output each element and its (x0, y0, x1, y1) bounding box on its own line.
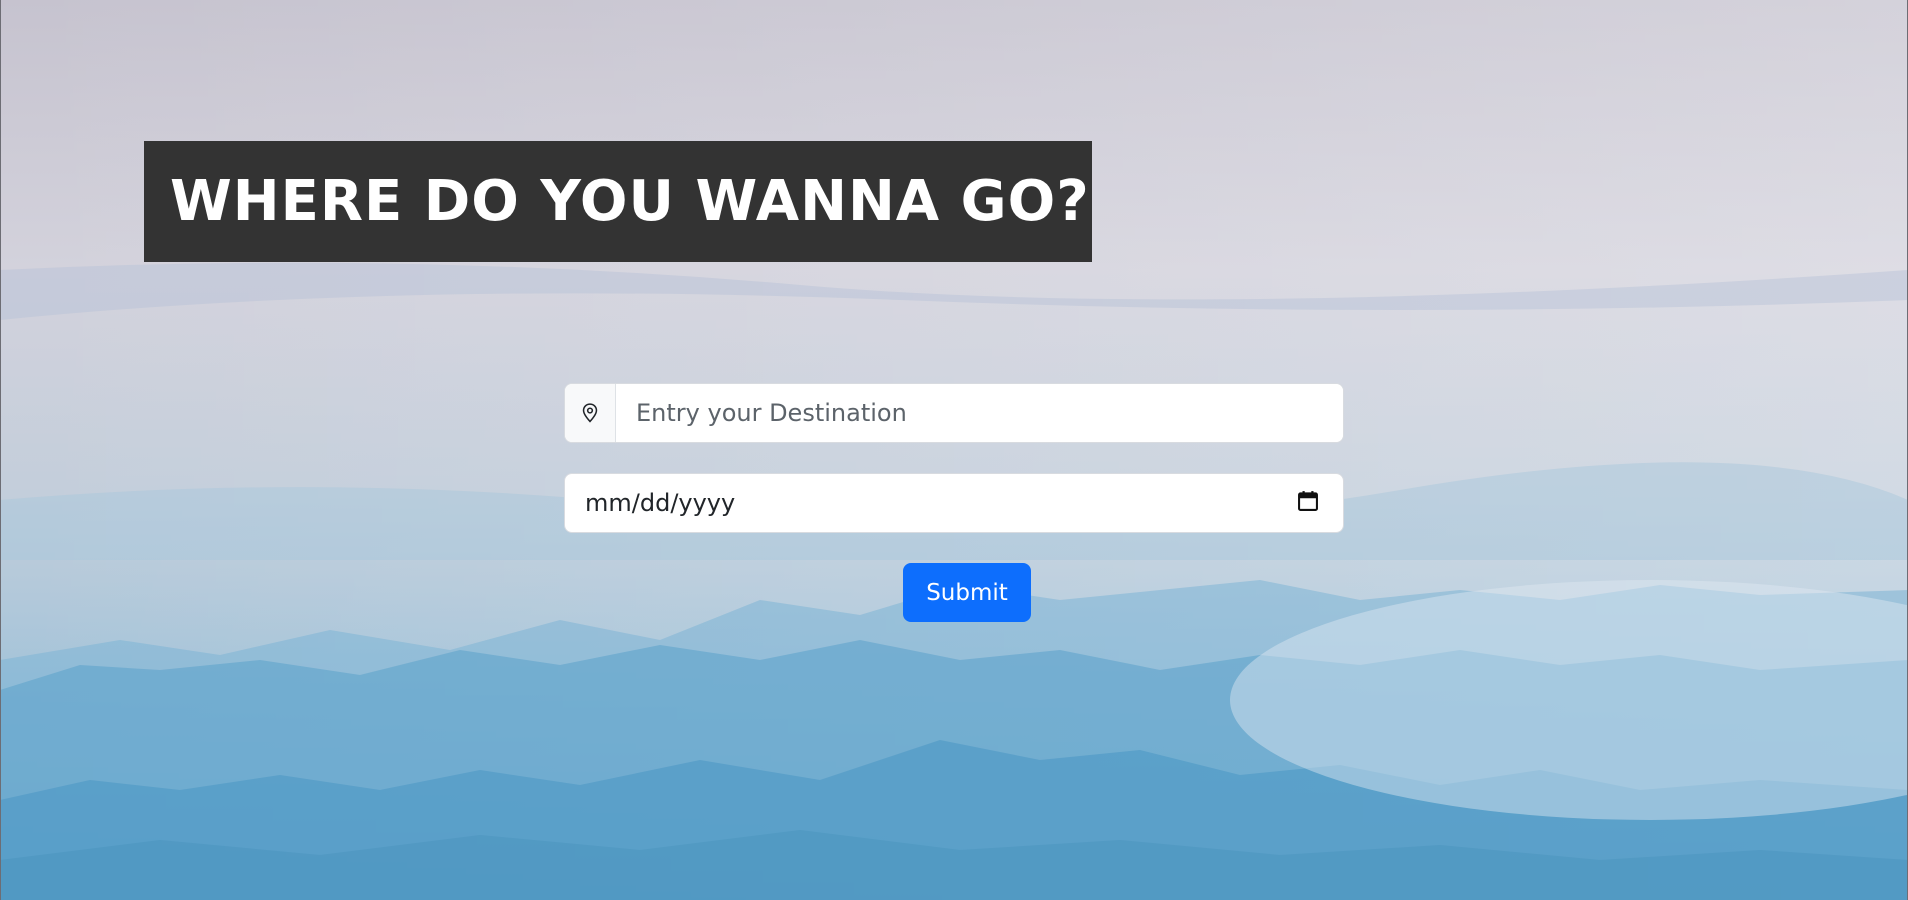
page-heading: WHERE DO YOU WANNA GO? (170, 169, 1090, 234)
date-input-value: mm/dd/yyyy (585, 489, 736, 517)
destination-input[interactable] (616, 384, 1343, 442)
date-input[interactable]: mm/dd/yyyy (564, 473, 1344, 533)
destination-form: mm/dd/yyyy Submit (564, 383, 1344, 622)
submit-button[interactable]: Submit (903, 563, 1031, 622)
page-heading-box: WHERE DO YOU WANNA GO? (144, 141, 1092, 262)
browser-viewport: WHERE DO YOU WANNA GO? mm/dd/yyyy (0, 0, 1908, 900)
destination-input-group (564, 383, 1344, 443)
submit-row: Submit (564, 563, 1344, 622)
map-pin-icon (565, 384, 616, 442)
calendar-icon[interactable] (1297, 490, 1319, 516)
